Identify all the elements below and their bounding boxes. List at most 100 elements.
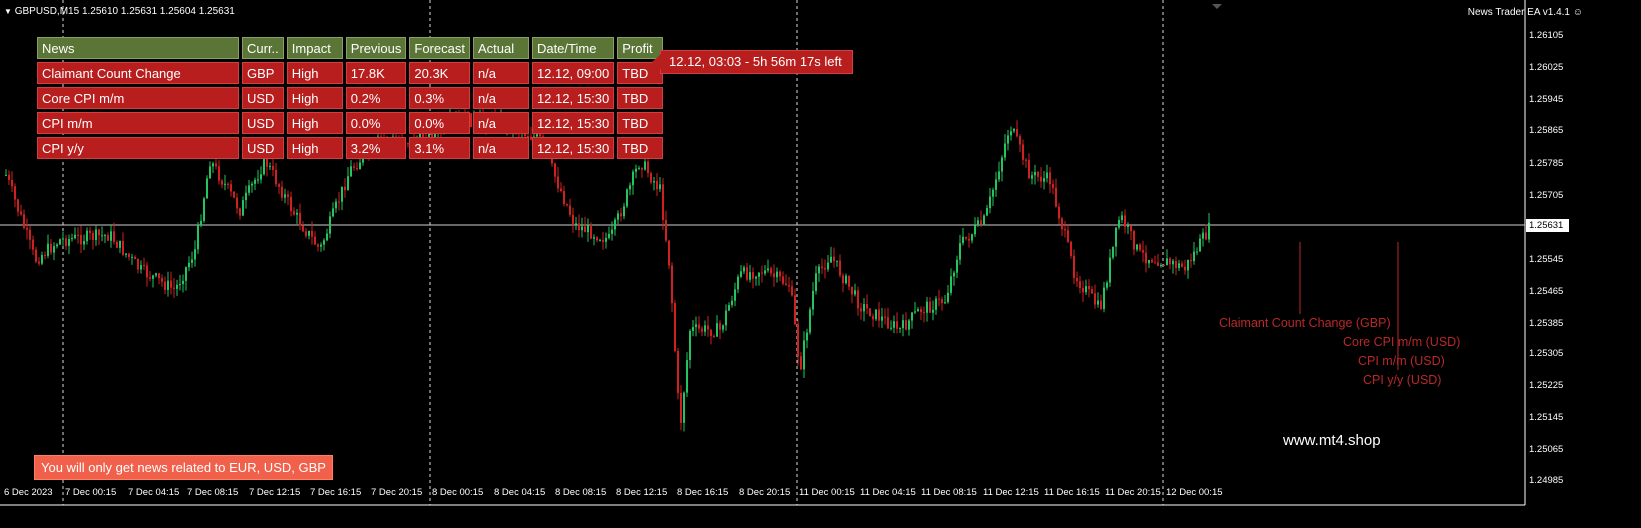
- candle-body: [797, 324, 799, 357]
- candle-body: [38, 261, 40, 264]
- candle-body: [1163, 264, 1165, 266]
- candle-body: [572, 214, 574, 225]
- candle-body: [272, 166, 274, 170]
- candle-body: [653, 181, 655, 183]
- candle-body: [656, 181, 658, 190]
- price-scale[interactable]: [1525, 0, 1641, 505]
- candle-body: [185, 267, 187, 281]
- candle-body: [140, 265, 142, 270]
- candle-body: [1172, 260, 1174, 265]
- candle-body: [785, 283, 787, 286]
- candle-body: [1019, 136, 1021, 145]
- candle-body: [101, 235, 103, 237]
- candle-body: [299, 212, 301, 226]
- candle-body: [887, 317, 889, 329]
- candle-body: [1040, 176, 1042, 182]
- col-actual: Actual: [472, 37, 529, 59]
- candle-body: [77, 234, 79, 236]
- candle-body: [1076, 277, 1078, 282]
- candle-body: [899, 328, 901, 330]
- candle-body: [62, 238, 64, 240]
- candle-body: [629, 185, 631, 190]
- candle-body: [83, 241, 85, 245]
- dropdown-arrow-icon[interactable]: ▼: [4, 7, 12, 16]
- candle-body: [326, 233, 328, 241]
- candle-body: [260, 174, 262, 180]
- time-tick-label: 11 Dec 04:15: [860, 487, 916, 498]
- candle-body: [1142, 250, 1144, 253]
- candle-body: [704, 325, 706, 332]
- candle-body: [1151, 259, 1153, 263]
- table-row[interactable]: Core CPI m/m USD High 0.2% 0.3% n/a 12.1…: [37, 87, 664, 109]
- col-datetime: Date/Time: [531, 37, 615, 59]
- news-cell: Claimant Count Change: [37, 62, 239, 84]
- candle-body: [728, 305, 730, 311]
- news-cell: Core CPI m/m: [37, 87, 239, 109]
- candle-body: [806, 332, 808, 341]
- candle-body: [719, 323, 721, 330]
- candle-body: [245, 192, 247, 201]
- candle-body: [1100, 300, 1102, 309]
- candle-body: [146, 265, 148, 278]
- news-table-header: News Curr.. Impact Previous Forecast Act…: [37, 37, 664, 59]
- candle-body: [692, 327, 694, 331]
- table-row[interactable]: CPI y/y USD High 3.2% 3.1% n/a 12.12, 15…: [37, 137, 664, 159]
- candle-body: [221, 180, 223, 185]
- candle-body: [125, 253, 127, 255]
- candle-body: [47, 243, 49, 256]
- candle-body: [1010, 131, 1012, 136]
- candle-body: [1139, 244, 1141, 251]
- price-tick-label: 1.26105: [1529, 30, 1564, 41]
- candle-body: [1178, 263, 1180, 269]
- profit-cell: TBD: [617, 137, 664, 159]
- candle-body: [830, 256, 832, 263]
- candle-body: [1082, 287, 1084, 293]
- candle-body: [698, 324, 700, 329]
- candle-body: [923, 312, 925, 314]
- table-row[interactable]: CPI m/m USD High 0.0% 0.0% n/a 12.12, 15…: [37, 112, 664, 134]
- candle-body: [1055, 187, 1057, 207]
- time-tick-label: 7 Dec 00:15: [65, 487, 117, 498]
- candle-body: [1190, 259, 1192, 262]
- candle-body: [233, 191, 235, 198]
- candle-body: [812, 290, 814, 310]
- candle-body: [338, 201, 340, 203]
- candle-body: [1043, 178, 1045, 182]
- candle-body: [1181, 263, 1183, 267]
- candle-body: [587, 224, 589, 233]
- candle-body: [239, 208, 241, 216]
- candle-body: [992, 189, 994, 197]
- candle-body: [155, 273, 157, 276]
- candle-body: [638, 167, 640, 169]
- price-tick-label: 1.25465: [1529, 286, 1564, 297]
- candle-body: [869, 308, 871, 317]
- candle-body: [836, 260, 838, 262]
- news-cell: CPI m/m: [37, 112, 239, 134]
- candle-body: [347, 176, 349, 191]
- candle-body: [965, 236, 967, 239]
- event-label: CPI m/m (USD): [1358, 354, 1445, 368]
- candle-body: [662, 184, 664, 221]
- candle-body: [1094, 293, 1096, 305]
- actual-cell: n/a: [472, 137, 529, 159]
- candle-body: [1145, 252, 1147, 264]
- candle-body: [128, 253, 130, 258]
- candle-body: [311, 231, 313, 237]
- time-tick-label: 12 Dec 00:15: [1166, 487, 1223, 498]
- previous-cell: 3.2%: [345, 137, 407, 159]
- candle-body: [911, 312, 913, 321]
- candle-body: [1127, 225, 1129, 227]
- candle-body: [359, 162, 361, 170]
- currency-cell: USD: [242, 137, 284, 159]
- candle-body: [554, 163, 556, 177]
- candle-body: [92, 233, 94, 241]
- time-tick-label: 8 Dec 04:15: [494, 487, 546, 498]
- table-row[interactable]: Claimant Count Change GBP High 17.8K 20.…: [37, 62, 664, 84]
- candle-body: [113, 231, 115, 242]
- candle-body: [71, 238, 73, 240]
- impact-cell: High: [286, 62, 343, 84]
- candle-body: [320, 244, 322, 247]
- time-tick-label: 8 Dec 12:15: [616, 487, 668, 498]
- candle-body: [1193, 251, 1195, 262]
- candle-body: [794, 295, 796, 325]
